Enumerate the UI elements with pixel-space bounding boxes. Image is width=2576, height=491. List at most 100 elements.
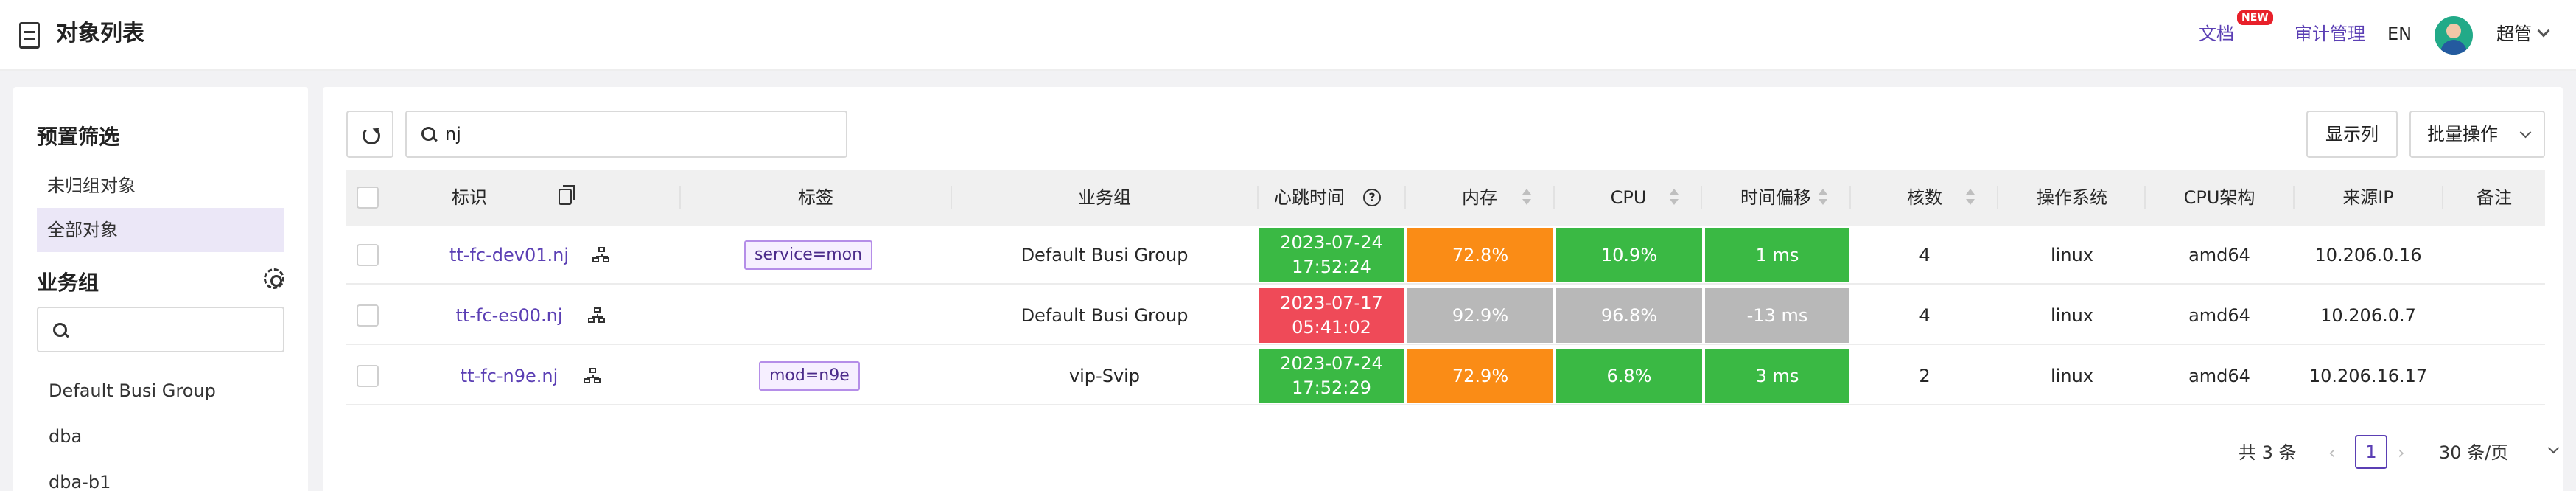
help-icon[interactable]: ?	[1363, 189, 1381, 206]
avatar-body-shape	[2440, 40, 2467, 55]
ip-cell: 10.206.0.16	[2295, 226, 2442, 285]
group-name: Default Busi Group	[1021, 305, 1189, 326]
offset-cell: -13 ms	[1705, 288, 1849, 343]
col-header-ident-label: 标识	[452, 187, 487, 208]
page-title: 对象列表	[56, 21, 144, 46]
ip-value: 10.206.0.7	[2320, 305, 2416, 326]
pagination-page-1[interactable]: 1	[2355, 435, 2387, 469]
sort-icon[interactable]	[1522, 189, 1531, 206]
chevron-down-icon[interactable]	[2537, 24, 2550, 38]
group-name: Default Busi Group	[1021, 245, 1189, 265]
col-header-group: 业务组	[1078, 187, 1131, 208]
group-cell: Default Busi Group	[952, 286, 1257, 345]
heartbeat-time: 17:52:24	[1292, 257, 1371, 277]
sort-icon[interactable]	[1819, 189, 1827, 206]
ip-value: 10.206.0.16	[2314, 245, 2422, 265]
group-item-dba-b1[interactable]: dba-b1	[49, 469, 111, 491]
language-switch[interactable]: EN	[2387, 21, 2412, 47]
pagination-next-button[interactable]: ›	[2398, 442, 2405, 463]
col-header-cpu[interactable]: CPU	[1555, 170, 1702, 226]
os-cell: linux	[1998, 286, 2146, 345]
note-cell	[2443, 226, 2545, 285]
group-cell: Default Busi Group	[952, 226, 1257, 285]
presets-title: 预置筛选	[37, 125, 120, 149]
os-value: linux	[2051, 245, 2093, 265]
batch-operations-button[interactable]: 批量操作	[2409, 111, 2545, 158]
heartbeat-date: 2023-07-17	[1280, 293, 1383, 313]
heartbeat-date: 2023-07-24	[1280, 353, 1383, 374]
table-header: 标识 标签 业务组 心跳时间 ? 内存 CPU 时间偏移 核数 操作系统 CPU…	[346, 170, 2545, 226]
os-value: linux	[2051, 366, 2093, 386]
group-search-input[interactable]	[37, 307, 284, 352]
avatar[interactable]	[2435, 16, 2473, 55]
arch-value: amd64	[2188, 245, 2250, 265]
cores-cell: 4	[1851, 286, 1998, 345]
object-search-input[interactable]	[445, 121, 828, 147]
sort-icon[interactable]	[1966, 189, 1975, 206]
row-checkbox[interactable]	[357, 304, 379, 327]
select-all-checkbox[interactable]	[357, 187, 379, 209]
note-cell	[2443, 347, 2545, 405]
refresh-icon	[363, 127, 380, 144]
ident-link[interactable]: tt-fc-dev01.nj	[391, 242, 628, 268]
group-name: vip-Svip	[1068, 366, 1141, 386]
object-search-box[interactable]	[405, 111, 847, 158]
group-item-default[interactable]: Default Busi Group	[49, 377, 216, 404]
search-icon	[53, 323, 69, 339]
docs-link[interactable]: 文档	[2199, 21, 2234, 47]
cores-cell: 4	[1851, 226, 1998, 285]
arch-cell: amd64	[2146, 226, 2293, 285]
arch-value: amd64	[2188, 305, 2250, 326]
chevron-down-icon	[2519, 126, 2532, 139]
heartbeat-cell: 2023-07-24 17:52:24	[1259, 228, 1404, 282]
user-name[interactable]: 超管	[2496, 21, 2532, 47]
copy-icon[interactable]	[559, 185, 575, 205]
table-row[interactable]: tt-fc-es00.nj Default Busi Group 2023-07…	[346, 286, 2545, 345]
avatar-head-shape	[2446, 24, 2461, 38]
business-groups-title: 业务组	[37, 271, 99, 295]
sort-icon[interactable]	[1670, 189, 1679, 206]
objects-panel: 显示列 批量操作 标识 标签 业务组 心跳时间 ? 内存 CPU 时间偏移	[323, 87, 2563, 491]
page-size-select[interactable]: 30 条/页	[2439, 439, 2508, 466]
row-checkbox[interactable]	[357, 365, 379, 387]
gear-icon[interactable]	[264, 268, 284, 289]
table-list-icon	[19, 22, 40, 49]
col-header-os: 操作系统	[2037, 187, 2107, 208]
os-cell: linux	[1998, 226, 2146, 285]
pagination-prev-button[interactable]: ‹	[2328, 442, 2336, 463]
table-row[interactable]: tt-fc-n9e.nj mod=n9e vip-Svip 2023-07-24…	[346, 347, 2545, 405]
cores-value: 4	[1919, 245, 1931, 265]
col-header-tags: 标签	[798, 187, 833, 208]
topology-icon[interactable]	[584, 368, 601, 384]
audit-link[interactable]: 审计管理	[2295, 21, 2365, 47]
col-header-cores[interactable]: 核数	[1851, 170, 1998, 226]
new-badge: NEW	[2237, 10, 2273, 25]
refresh-button[interactable]	[346, 111, 393, 158]
show-columns-button[interactable]: 显示列	[2306, 111, 2398, 158]
preset-all-objects[interactable]: 全部对象	[37, 208, 284, 252]
batch-operations-label: 批量操作	[2427, 124, 2498, 144]
preset-unassigned[interactable]: 未归组对象	[37, 164, 284, 208]
group-cell: vip-Svip	[952, 347, 1257, 405]
memory-cell: 92.9%	[1407, 288, 1553, 343]
top-header: 对象列表 文档 NEW 审计管理 EN 超管	[0, 0, 2576, 71]
topology-icon[interactable]	[592, 247, 610, 263]
offset-cell: 1 ms	[1705, 228, 1849, 282]
tag-chip[interactable]: mod=n9e	[759, 361, 860, 391]
topology-icon[interactable]	[588, 307, 606, 324]
cores-value: 4	[1919, 305, 1931, 326]
filter-sidebar: 预置筛选 未归组对象 全部对象 业务组 Default Busi Group d…	[13, 87, 308, 491]
heartbeat-time: 05:41:02	[1292, 317, 1371, 338]
ip-cell: 10.206.0.7	[2295, 286, 2442, 345]
group-item-dba[interactable]: dba	[49, 423, 82, 450]
cores-value: 2	[1919, 366, 1931, 386]
heartbeat-cell: 2023-07-17 05:41:02	[1259, 288, 1404, 343]
cores-cell: 2	[1851, 347, 1998, 405]
col-header-offset[interactable]: 时间偏移	[1702, 170, 1849, 226]
table-row[interactable]: tt-fc-dev01.nj service=mon Default Busi …	[346, 226, 2545, 285]
col-header-note: 备注	[2477, 187, 2512, 208]
col-header-memory[interactable]: 内存	[1406, 170, 1553, 226]
cpu-cell: 96.8%	[1556, 288, 1702, 343]
tag-chip[interactable]: service=mon	[744, 240, 873, 270]
row-checkbox[interactable]	[357, 244, 379, 266]
